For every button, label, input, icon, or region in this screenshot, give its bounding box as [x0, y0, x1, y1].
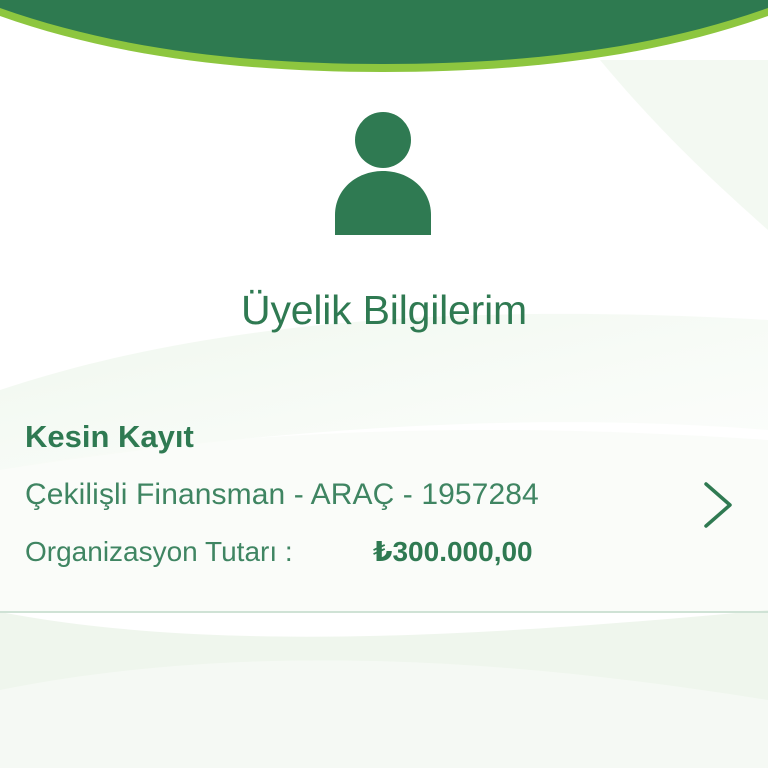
chevron-right-icon[interactable] [700, 480, 734, 530]
membership-status: Kesin Kayıt [25, 419, 194, 454]
header-banner [0, 0, 768, 72]
page-title: Üyelik Bilgilerim [241, 287, 527, 333]
membership-product: Çekilişli Finansman - ARAÇ - 1957284 [25, 478, 539, 511]
organization-amount-label: Organizasyon Tutarı : [25, 536, 293, 567]
membership-card[interactable]: Kesin Kayıt Çekilişli Finansman - ARAÇ -… [0, 404, 768, 612]
user-icon [335, 112, 431, 235]
section-divider [0, 611, 768, 613]
organization-amount-value: ₺300.000,00 [373, 536, 533, 567]
